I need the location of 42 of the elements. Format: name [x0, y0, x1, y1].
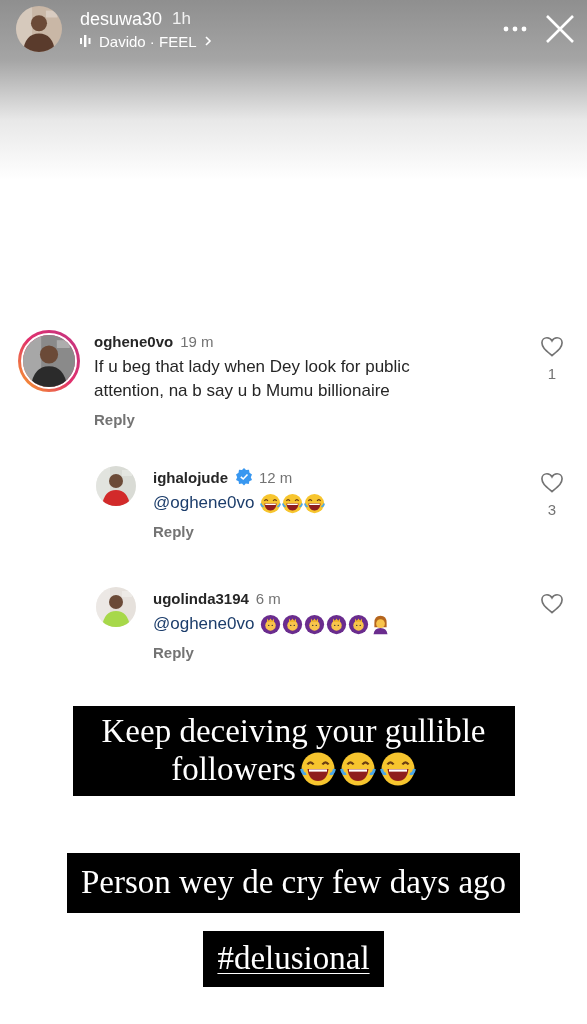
- sound-bars-icon: [80, 35, 91, 47]
- person-gesture-icon: [348, 613, 370, 635]
- heart-icon: [541, 593, 563, 614]
- mention-link[interactable]: @oghene0vo: [153, 612, 255, 636]
- comment-time: 6 m: [255, 589, 281, 607]
- like-button[interactable]: [541, 593, 563, 614]
- comment-time: 19 m: [180, 332, 214, 350]
- close-button[interactable]: [545, 14, 575, 44]
- like-count: 1: [547, 365, 557, 382]
- comment-time: 12 m: [259, 468, 293, 486]
- mention-link[interactable]: @oghene0vo: [153, 491, 255, 515]
- like-count: 3: [547, 501, 557, 518]
- laughing-face-icon: [282, 492, 304, 514]
- more-icon: [503, 26, 527, 32]
- heart-icon: [541, 472, 563, 493]
- laughing-face-icon: [260, 492, 282, 514]
- like-button[interactable]: [541, 336, 563, 357]
- reply-link[interactable]: Reply: [153, 644, 194, 661]
- like-button[interactable]: [541, 472, 563, 493]
- comment-username[interactable]: ugolinda3194: [153, 589, 249, 607]
- heart-icon: [541, 336, 563, 357]
- chevron-right-icon: [204, 36, 212, 46]
- caption-text: Keep deceiving your gullible: [101, 712, 486, 750]
- person-gesture-icon: [260, 613, 282, 635]
- person-gesture-icon: [282, 613, 304, 635]
- close-icon: [545, 14, 575, 44]
- reply-link[interactable]: Reply: [94, 411, 135, 428]
- hashtag-text[interactable]: #delusional: [217, 939, 370, 977]
- comment-username[interactable]: ighalojude: [153, 468, 228, 486]
- comment-text: If u beg that lady when Dey look for public attention, na b say u b Mumu billionaire: [94, 356, 411, 402]
- reply-link[interactable]: Reply: [153, 523, 194, 540]
- laughing-face-icon: [339, 751, 376, 787]
- laughing-face-icon: [304, 492, 326, 514]
- laughing-face-icon: [379, 751, 416, 787]
- post-time: 1h: [172, 9, 191, 29]
- comment-username[interactable]: oghene0vo: [94, 332, 174, 350]
- caption-text: Person wey de cry few days ago: [80, 863, 507, 901]
- laughing-face-icon: [299, 751, 336, 787]
- more-options-button[interactable]: [503, 26, 527, 32]
- caption-text: followers: [171, 750, 296, 788]
- person-gesture-icon: [326, 613, 348, 635]
- person-gesture-icon: [304, 613, 326, 635]
